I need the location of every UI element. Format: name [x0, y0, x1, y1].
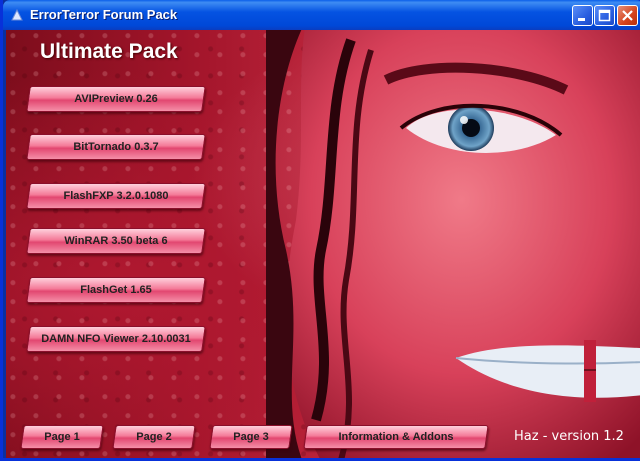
install-damn-nfo-viewer-button[interactable]: DAMN NFO Viewer 2.10.0031	[26, 326, 206, 352]
face-artwork	[266, 30, 640, 458]
page-3-button[interactable]: Page 3	[209, 425, 293, 449]
close-button[interactable]	[617, 5, 638, 26]
button-label: Page 2	[136, 431, 172, 443]
close-icon	[622, 10, 633, 21]
minimize-icon	[578, 18, 585, 21]
minimize-button[interactable]	[572, 5, 593, 26]
launcher-panel: Ultimate Pack AVIPreview 0.26 BitTornado…	[6, 30, 640, 458]
maximize-icon	[598, 9, 611, 22]
button-label: Information & Addons	[338, 431, 454, 443]
page-2-button[interactable]: Page 2	[112, 425, 196, 449]
button-label: Page 3	[233, 431, 269, 443]
app-icon	[11, 8, 23, 21]
install-winrar-button[interactable]: WinRAR 3.50 beta 6	[26, 228, 206, 254]
pack-title: Ultimate Pack	[40, 40, 178, 63]
information-addons-button[interactable]: Information & Addons	[303, 425, 489, 449]
install-avipreview-button[interactable]: AVIPreview 0.26	[26, 86, 206, 112]
button-label: Page 1	[44, 431, 80, 443]
install-flashfxp-button[interactable]: FlashFXP 3.2.0.1080	[26, 183, 206, 209]
install-flashget-button[interactable]: FlashGet 1.65	[26, 277, 206, 303]
button-label: AVIPreview 0.26	[74, 93, 158, 105]
install-bittornado-button[interactable]: BitTornado 0.3.7	[26, 134, 206, 160]
app-window: ErrorTerror Forum Pack Ultimate Pack AVI…	[0, 0, 640, 461]
maximize-button[interactable]	[594, 5, 615, 26]
title-bar[interactable]: ErrorTerror Forum Pack	[3, 0, 640, 30]
button-label: BitTornado 0.3.7	[73, 141, 159, 153]
button-label: WinRAR 3.50 beta 6	[64, 235, 168, 247]
button-label: DAMN NFO Viewer 2.10.0031	[41, 333, 191, 345]
page-1-button[interactable]: Page 1	[20, 425, 104, 449]
version-label: Haz - version 1.2	[514, 429, 624, 444]
window-title: ErrorTerror Forum Pack	[30, 7, 178, 22]
button-label: FlashGet 1.65	[80, 284, 152, 296]
button-label: FlashFXP 3.2.0.1080	[63, 190, 169, 202]
